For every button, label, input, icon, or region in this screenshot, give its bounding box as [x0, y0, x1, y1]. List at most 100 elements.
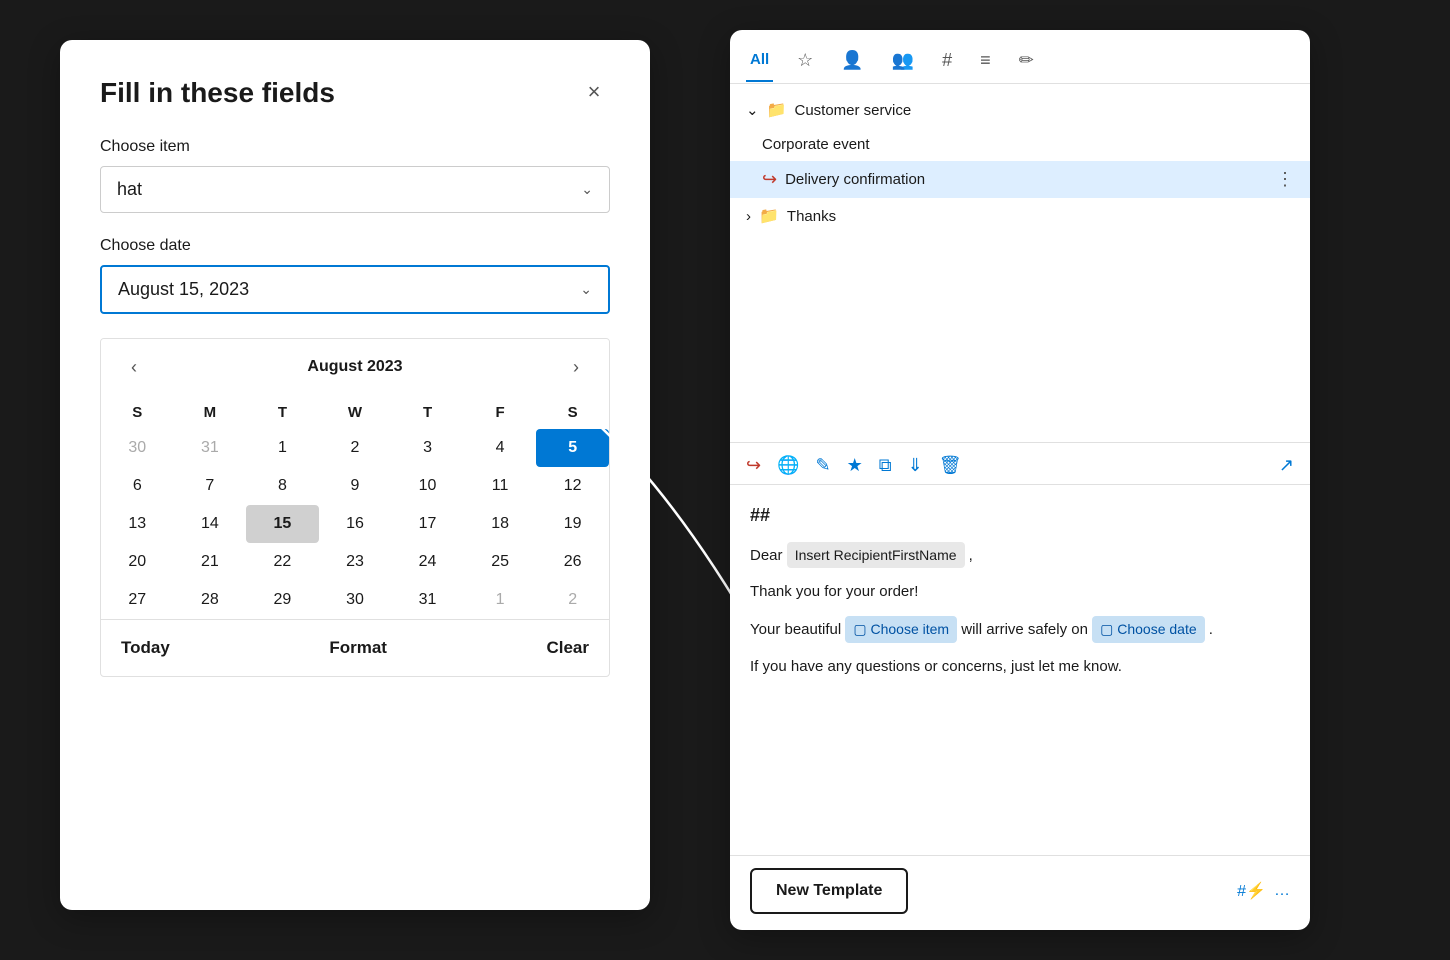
group-icon: 👥 — [892, 50, 914, 71]
calendar-day[interactable]: 16 — [319, 505, 392, 543]
more-options-icon[interactable]: ⋮ — [1276, 169, 1294, 190]
calendar-day[interactable]: 14 — [174, 505, 247, 543]
insert-toolbar-icon[interactable]: ↪ — [746, 455, 761, 476]
folder-icon: 📁 — [759, 206, 779, 226]
calendar-day[interactable]: 22 — [246, 543, 319, 581]
calendar-day[interactable]: 13 — [101, 505, 174, 543]
hash-mark: ## — [750, 501, 1290, 530]
calendar-grid: S M T W T F S 30311234567891011121314151… — [101, 396, 609, 619]
star-icon: ☆ — [797, 50, 813, 71]
calendar-day[interactable]: 6 — [101, 467, 174, 505]
choose-item-label: Choose item — [100, 138, 610, 156]
tree-item-label: Delivery confirmation — [785, 171, 925, 188]
day-header-sun: S — [101, 396, 174, 429]
right-panel: All ☆ 👤 👥 # ≡ ✏ ⌄ 📁 Customer service Cor… — [730, 30, 1310, 930]
calendar-day[interactable]: 1 — [246, 429, 319, 467]
star-toolbar-icon[interactable]: ★ — [847, 455, 863, 476]
calendar-prev-button[interactable]: ‹ — [121, 353, 147, 382]
calendar-day[interactable]: 20 — [101, 543, 174, 581]
calendar-day[interactable]: 4 — [464, 429, 537, 467]
download-icon[interactable]: ⇓ — [908, 455, 923, 476]
tab-list[interactable]: ≡ — [976, 42, 995, 83]
calendar-day[interactable]: 19 — [536, 505, 609, 543]
choose-date-label: Choose date — [100, 237, 610, 255]
calendar-day[interactable]: 31 — [174, 429, 247, 467]
calendar-day[interactable]: 1 — [464, 581, 537, 619]
close-button[interactable]: × — [578, 76, 610, 108]
tree-item-corporate-event[interactable]: Corporate event — [730, 128, 1310, 161]
today-button[interactable]: Today — [121, 638, 170, 658]
calendar-day[interactable]: 8 — [246, 467, 319, 505]
edit-icon: ✏ — [1019, 50, 1034, 71]
tab-person[interactable]: 👤 — [837, 42, 867, 83]
calendar-day[interactable]: 31 — [391, 581, 464, 619]
calendar-day[interactable]: 25 — [464, 543, 537, 581]
tab-hash[interactable]: # — [938, 42, 956, 83]
calendar-day[interactable]: 27 — [101, 581, 174, 619]
new-template-button[interactable]: New Template — [750, 868, 908, 914]
day-header-sat: S — [536, 396, 609, 429]
tree-item-customer-service[interactable]: ⌄ 📁 Customer service — [730, 92, 1310, 128]
calendar-day[interactable]: 23 — [319, 543, 392, 581]
choose-item-dropdown[interactable]: hat ⌄ — [100, 166, 610, 213]
tab-star[interactable]: ☆ — [793, 42, 817, 83]
email-line-thankyou: Thank you for your order! — [750, 580, 1290, 604]
expand-icon: ⌄ — [746, 101, 759, 119]
panel-header: Fill in these fields × — [100, 76, 610, 110]
calendar-footer: Today Format Clear — [101, 619, 609, 676]
calendar-month-label: August 2023 — [307, 358, 402, 376]
tab-all[interactable]: All — [746, 43, 773, 82]
choose-item-tag[interactable]: ▢ Choose item — [845, 616, 957, 642]
email-line-beautiful: Your beautiful ▢ Choose item will arrive… — [750, 616, 1290, 642]
calendar-next-button[interactable]: › — [563, 353, 589, 382]
divider — [730, 442, 1310, 443]
calendar-nav: ‹ August 2023 › — [101, 339, 609, 396]
day-header-wed: W — [319, 396, 392, 429]
expand-icon[interactable]: ↗ — [1279, 455, 1294, 476]
panel-title: Fill in these fields — [100, 76, 335, 110]
calendar-day[interactable]: 29 — [246, 581, 319, 619]
calendar-day[interactable]: 2 — [536, 581, 609, 619]
pencil-icon[interactable]: ✎ — [816, 455, 831, 476]
calendar-day[interactable]: 24 — [391, 543, 464, 581]
email-body: ## Dear Insert RecipientFirstName , Than… — [730, 485, 1310, 855]
calendar-day[interactable]: 2 — [319, 429, 392, 467]
calendar-day[interactable]: 12 — [536, 467, 609, 505]
calendar-day[interactable]: 21 — [174, 543, 247, 581]
calendar-day[interactable]: 17 — [391, 505, 464, 543]
format-button[interactable]: Format — [329, 638, 387, 658]
calendar-day[interactable]: 9 — [319, 467, 392, 505]
insert-recipient-tag[interactable]: Insert RecipientFirstName — [787, 542, 965, 568]
calendar-day[interactable]: 5 — [536, 429, 609, 467]
calendar-day[interactable]: 3 — [391, 429, 464, 467]
copy-icon[interactable]: ⧉ — [879, 455, 892, 476]
calendar-day[interactable]: 15 — [246, 505, 319, 543]
calendar-day[interactable]: 28 — [174, 581, 247, 619]
tab-edit[interactable]: ✏ — [1015, 42, 1038, 83]
email-line-dear: Dear Insert RecipientFirstName , — [750, 542, 1290, 568]
day-header-mon: M — [174, 396, 247, 429]
tab-group[interactable]: 👥 — [888, 42, 918, 83]
choose-date-dropdown[interactable]: August 15, 2023 ⌄ — [100, 265, 610, 314]
more-icon[interactable]: … — [1274, 882, 1290, 900]
day-header-tue: T — [246, 396, 319, 429]
globe-icon[interactable]: 🌐 — [777, 455, 799, 476]
calendar-day[interactable]: 26 — [536, 543, 609, 581]
calendar-day[interactable]: 30 — [101, 429, 174, 467]
choose-date-tag[interactable]: ▢ Choose date — [1092, 616, 1205, 642]
calendar-day[interactable]: 30 — [319, 581, 392, 619]
action-toolbar: ↪ 🌐 ✎ ★ ⧉ ⇓ 🗑 ↗ — [730, 447, 1310, 485]
calendar-day[interactable]: 10 — [391, 467, 464, 505]
tree-item-thanks[interactable]: › 📁 Thanks — [730, 198, 1310, 234]
trash-icon[interactable]: 🗑 — [939, 455, 962, 476]
calendar-day[interactable]: 18 — [464, 505, 537, 543]
tree-item-delivery-confirmation[interactable]: ↪ Delivery confirmation ⋮ — [730, 161, 1310, 198]
list-icon: ≡ — [980, 50, 991, 71]
calendar-day-headers: S M T W T F S — [101, 396, 609, 429]
calendar-day[interactable]: 7 — [174, 467, 247, 505]
clear-button[interactable]: Clear — [546, 638, 589, 658]
insert-icon: ↪ — [762, 169, 777, 190]
chevron-down-icon: ⌄ — [581, 181, 593, 198]
calendar-day[interactable]: 11 — [464, 467, 537, 505]
hashtag-lightning-icon[interactable]: #⚡ — [1237, 881, 1266, 901]
